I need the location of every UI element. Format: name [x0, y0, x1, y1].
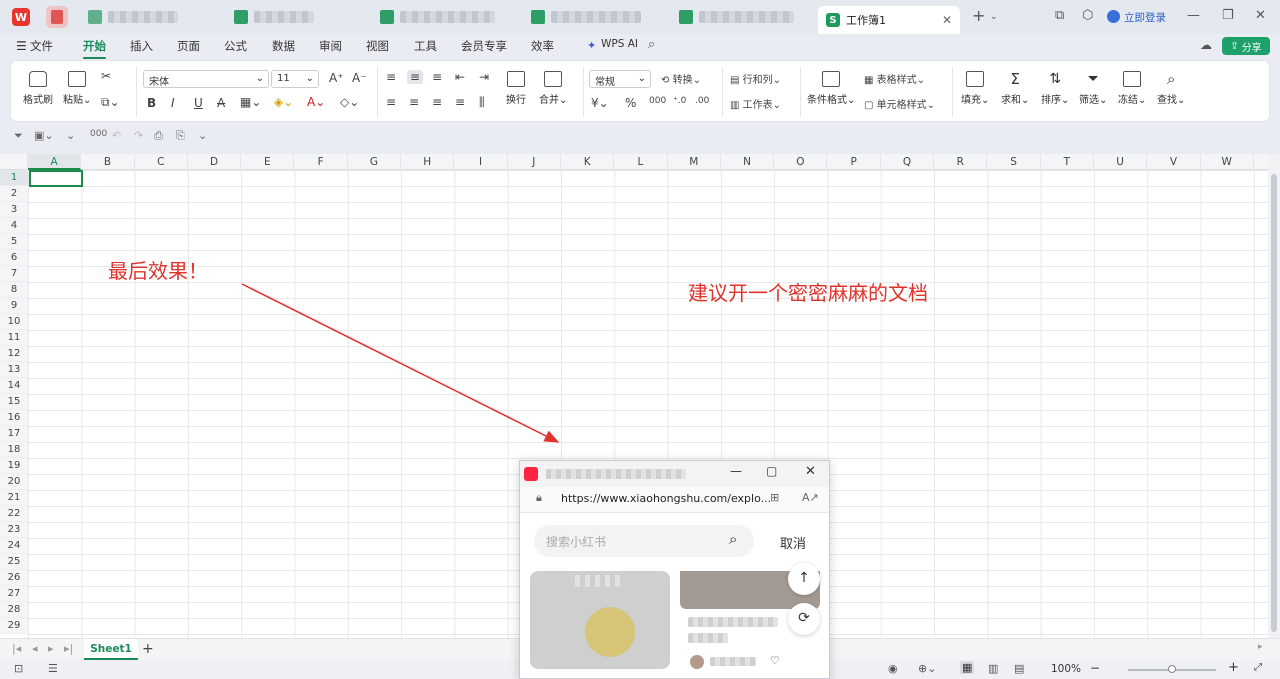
prev-sheet-icon[interactable]: ◂	[32, 642, 38, 655]
zoom-level[interactable]: 100%	[1051, 663, 1081, 675]
blurred-title	[546, 469, 686, 479]
zoom-in-icon[interactable]: +	[1228, 660, 1239, 675]
zoom-out-icon[interactable]: −	[1090, 661, 1100, 675]
maximize-icon[interactable]: ▢	[766, 464, 777, 478]
blurred-author	[710, 657, 756, 666]
search-placeholder: 搜索小红书	[546, 535, 607, 549]
heart-icon[interactable]: ♡	[770, 654, 780, 667]
browser-popup-window[interactable]: — ▢ ✕ 🔒︎ https://www.xiaohongshu.com/exp…	[519, 460, 830, 679]
cancel-button[interactable]: 取消	[780, 533, 806, 552]
first-sheet-icon[interactable]: |◂	[12, 642, 21, 655]
author-avatar[interactable]	[690, 655, 704, 669]
normal-view-icon[interactable]: ▦	[960, 661, 975, 674]
sheet-tab-sheet1[interactable]: Sheet1	[84, 639, 138, 660]
eye-icon[interactable]: ◉	[888, 662, 898, 675]
macro-icon[interactable]: ⊡	[14, 662, 23, 675]
url-text[interactable]: https://www.xiaohongshu.com/explo...	[561, 492, 771, 505]
reader-icon[interactable]: ⊞	[770, 491, 779, 504]
xiaohongshu-logo-icon	[524, 467, 538, 481]
zoom-slider-thumb[interactable]	[1168, 665, 1176, 673]
lock-icon: 🔒︎	[536, 491, 542, 504]
blurred-image	[585, 607, 635, 657]
list-icon[interactable]: ☰	[48, 662, 58, 675]
zoom-slider[interactable]	[1128, 665, 1216, 673]
read-aloud-icon[interactable]: A↗	[802, 491, 819, 504]
popup-titlebar: — ▢ ✕	[520, 461, 829, 487]
minimize-icon[interactable]: —	[730, 464, 742, 478]
search-icon[interactable]: ⌕	[729, 530, 737, 548]
scroll-thumb[interactable]	[1271, 174, 1277, 632]
crosshair-icon[interactable]: ⊕⌄	[918, 662, 936, 675]
add-sheet-icon[interactable]: +	[142, 641, 154, 657]
refresh-icon[interactable]: ⟳	[788, 603, 820, 635]
feed-card-1[interactable]	[530, 571, 670, 669]
fullscreen-icon[interactable]: ⤢	[1254, 662, 1262, 673]
blurred-caption	[688, 633, 728, 643]
page-layout-icon[interactable]: ▥	[988, 662, 998, 675]
next-sheet-icon[interactable]: ▸	[48, 642, 54, 655]
vertical-scrollbar[interactable]	[1268, 154, 1280, 638]
last-sheet-icon[interactable]: ▸|	[64, 642, 73, 655]
blurred-caption	[688, 617, 778, 627]
search-box[interactable]: 搜索小红书 ⌕	[534, 525, 754, 557]
page-break-icon[interactable]: ▤	[1014, 662, 1024, 675]
close-icon[interactable]: ✕	[805, 464, 816, 479]
scroll-right-icon[interactable]: ▸	[1258, 642, 1263, 652]
address-bar[interactable]: 🔒︎ https://www.xiaohongshu.com/explo... …	[520, 487, 829, 513]
back-to-top-icon[interactable]: ↑	[788, 563, 820, 595]
arrow-line	[241, 283, 560, 443]
